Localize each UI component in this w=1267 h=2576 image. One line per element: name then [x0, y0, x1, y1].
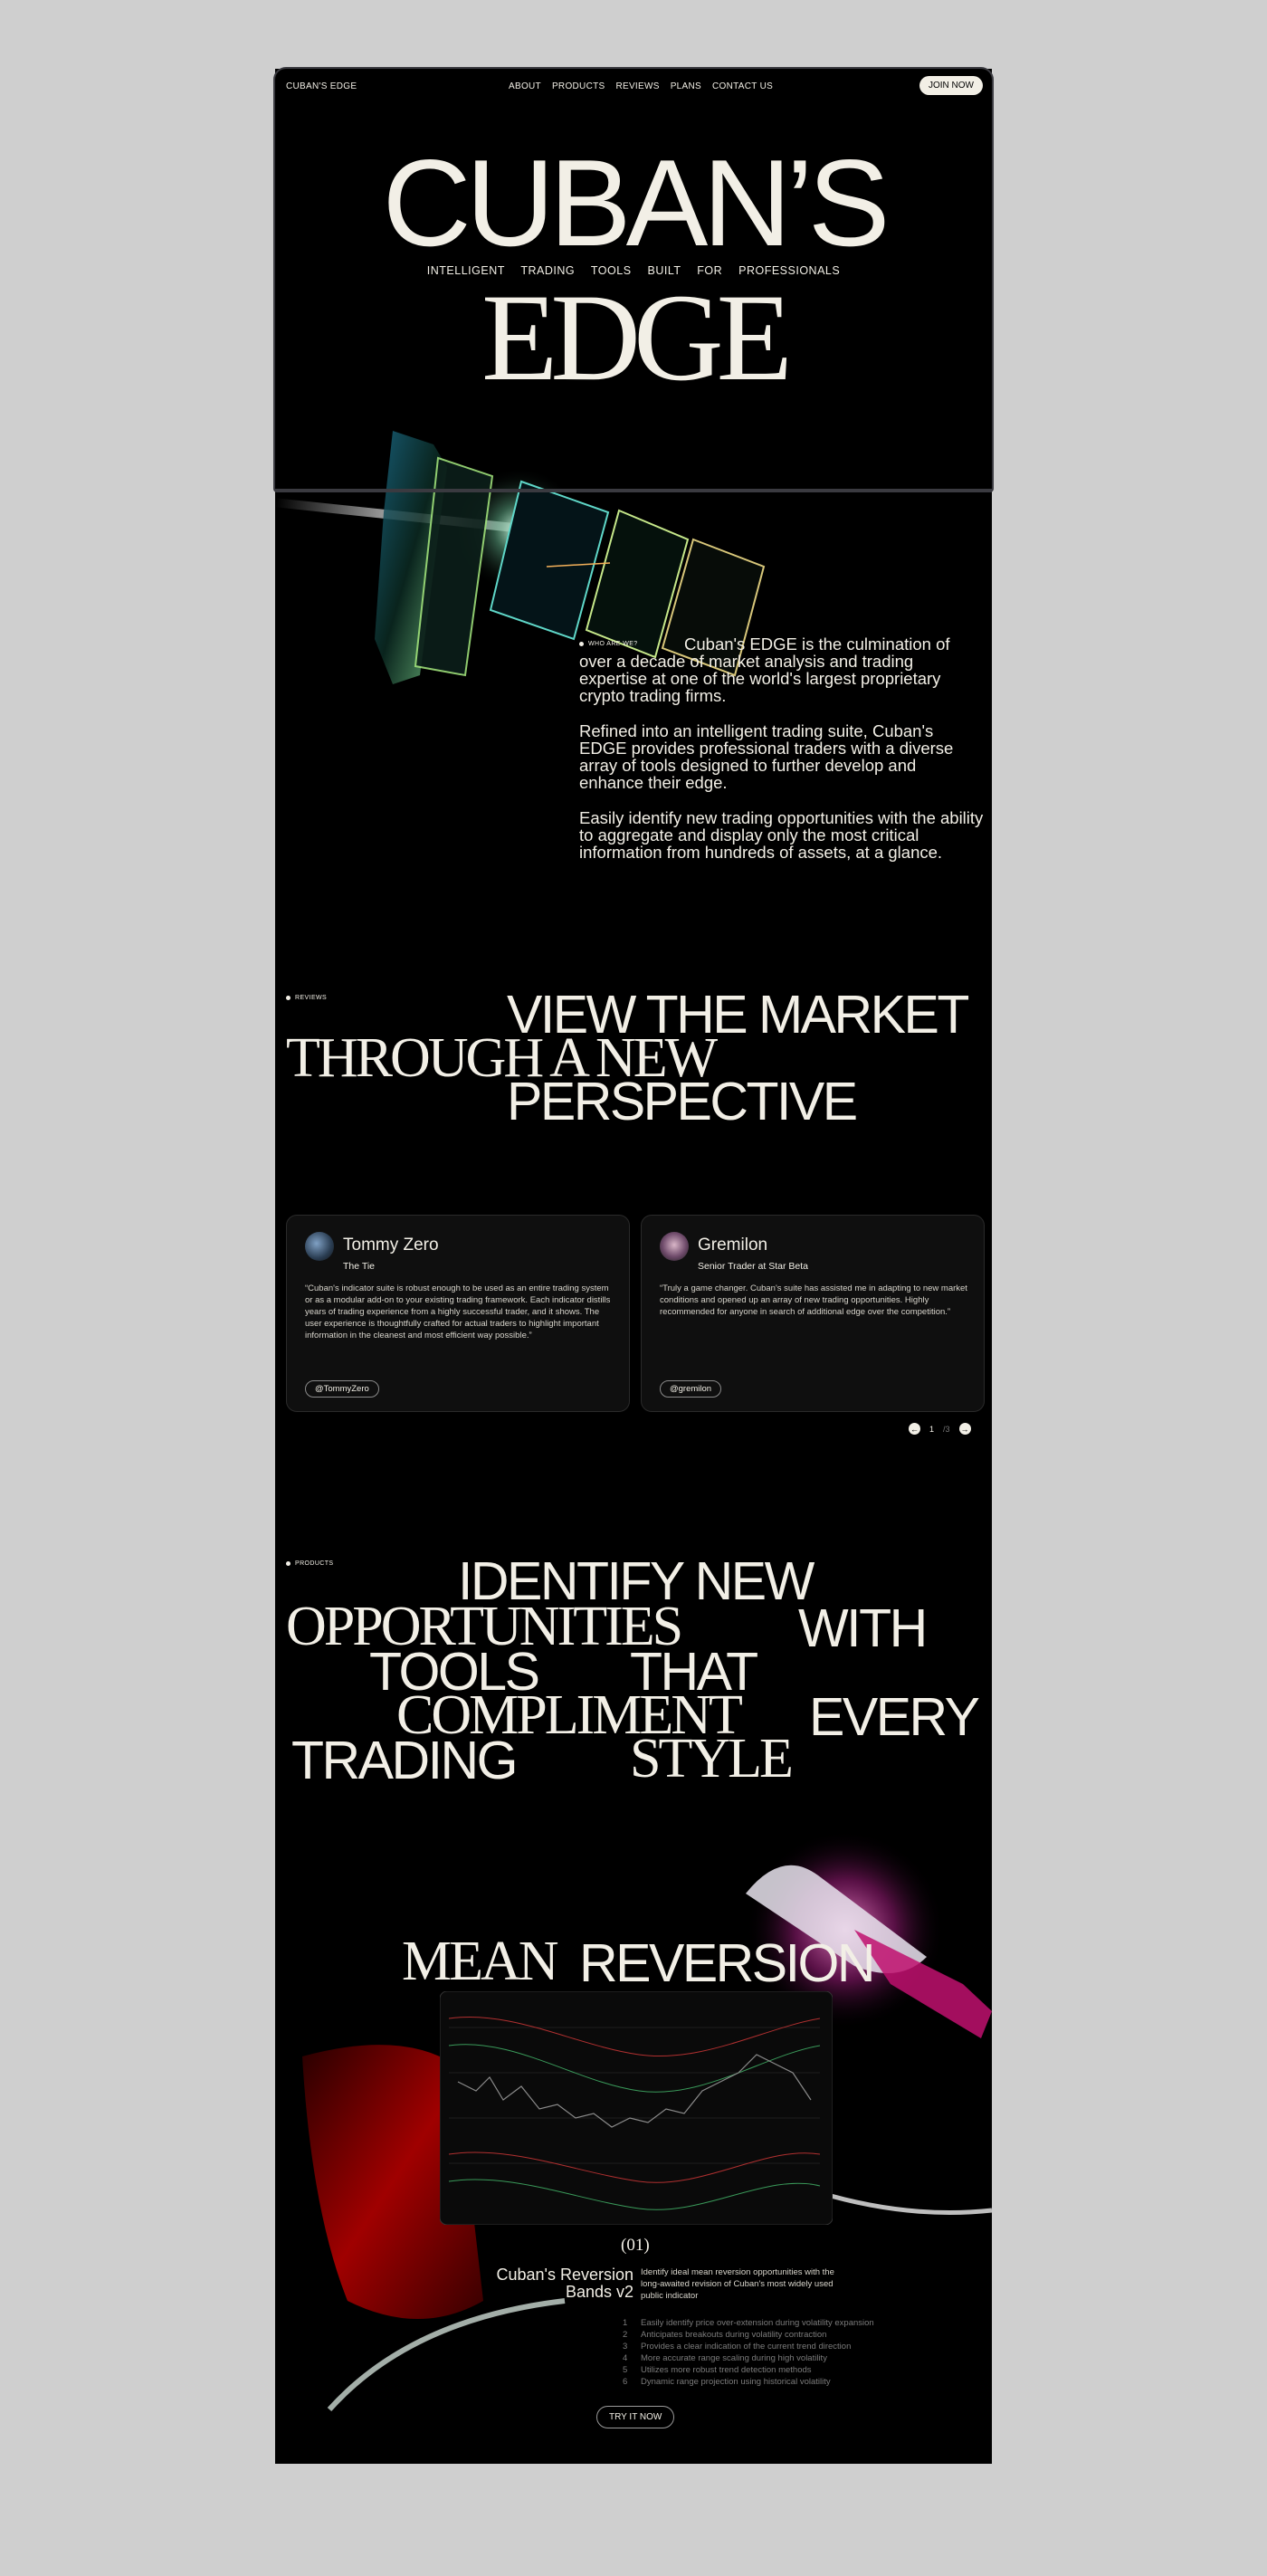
reviews-pager: ← 1 /3 → [909, 1423, 971, 1435]
product-title-serif: MEAN [402, 1931, 559, 1992]
feature-item: 4 More accurate range scaling during high… [623, 2353, 827, 2363]
reviews-label-text: REVIEWS [295, 995, 328, 1001]
avatar [305, 1232, 334, 1261]
review-card: Gremilon Senior Trader at Star Beta “Tru… [641, 1215, 985, 1412]
reviewer-role: The Tie [343, 1261, 376, 1272]
reviewer-handle[interactable]: @TommyZero [305, 1380, 379, 1398]
brand-logo[interactable]: CUBAN'S EDGE [286, 81, 357, 91]
review-card: Tommy Zero The Tie “Cuban's indicator su… [286, 1215, 630, 1412]
reviews-section-label: REVIEWS [286, 995, 327, 1001]
feature-item: 2 Anticipates breakouts during volatility… [623, 2330, 827, 2340]
indicator-chart-preview [440, 1991, 833, 2225]
products-heading-l4b: EVERY [809, 1687, 980, 1747]
hero-title-top: CUBAN’S [382, 134, 891, 272]
product-name: Cuban's Reversion Bands v2 [496, 2266, 634, 2301]
bullet-dot-icon [286, 996, 291, 1000]
arrow-right-icon[interactable]: → [958, 1423, 971, 1435]
products-label-text: PRODUCTS [295, 1560, 334, 1567]
product-title-sans: REVERSION [579, 1933, 876, 1993]
product-description: Identify ideal mean reversion opportunit… [641, 2267, 834, 2301]
site-page: CUBAN'S EDGE ABOUT PRODUCTS REVIEWS PLAN… [275, 69, 992, 2464]
nav-reviews[interactable]: REVIEWS [615, 81, 659, 91]
main-nav: ABOUT PRODUCTS REVIEWS PLANS CONTACT US [509, 81, 773, 91]
reviewer-name: Tommy Zero [343, 1236, 439, 1255]
reviews-heading-line-3: PERSPECTIVE [507, 1072, 858, 1131]
product-index: (01) [621, 2236, 650, 2255]
join-now-button[interactable]: JOIN NOW [919, 76, 983, 95]
hero-title-bottom: EDGE [481, 268, 793, 406]
feature-item: 3 Provides a clear indication of the curr… [623, 2342, 852, 2352]
about-paragraph-2: Refined into an intelligent trading suit… [579, 721, 954, 792]
nav-products[interactable]: PRODUCTS [552, 81, 605, 91]
products-section-label: PRODUCTS [286, 1560, 333, 1567]
feature-item: 5 Utilizes more robust trend detection me… [623, 2365, 812, 2375]
try-it-now-button[interactable]: TRY IT NOW [596, 2406, 675, 2428]
reviewer-handle[interactable]: @gremilon [660, 1380, 722, 1398]
products-heading-l2b: WITH [798, 1598, 928, 1658]
review-quote: “Truly a game changer. Cuban's suite has… [660, 1283, 967, 1317]
pager-total: /3 [943, 1424, 950, 1434]
products-heading-l5a: TRADING [291, 1731, 519, 1790]
arrow-left-icon[interactable]: ← [909, 1423, 920, 1435]
nav-plans[interactable]: PLANS [671, 81, 701, 91]
feature-item: 1 Easily identify price over-extension du… [623, 2318, 874, 2328]
pager-current: 1 [929, 1424, 935, 1434]
nav-contact[interactable]: CONTACT US [712, 81, 773, 91]
about-text: Cuban's EDGE is the culmination of over … [579, 635, 985, 879]
feature-item: 6 Dynamic range projection using historic… [623, 2377, 831, 2387]
bullet-dot-icon [286, 1561, 291, 1566]
nav-about[interactable]: ABOUT [509, 81, 541, 91]
avatar [660, 1232, 689, 1261]
about-paragraph-3: Easily identify new trading opportunitie… [579, 808, 984, 862]
review-quote: “Cuban's indicator suite is robust enoug… [305, 1283, 611, 1340]
reviewer-role: Senior Trader at Star Beta [698, 1261, 808, 1272]
about-paragraph-1: Cuban's EDGE is the culmination of over … [579, 634, 950, 705]
products-heading-l5b: STYLE [630, 1728, 794, 1789]
product-feature-list: 1 Easily identify price over-extension du… [623, 2317, 921, 2388]
reviewer-name: Gremilon [698, 1236, 768, 1255]
